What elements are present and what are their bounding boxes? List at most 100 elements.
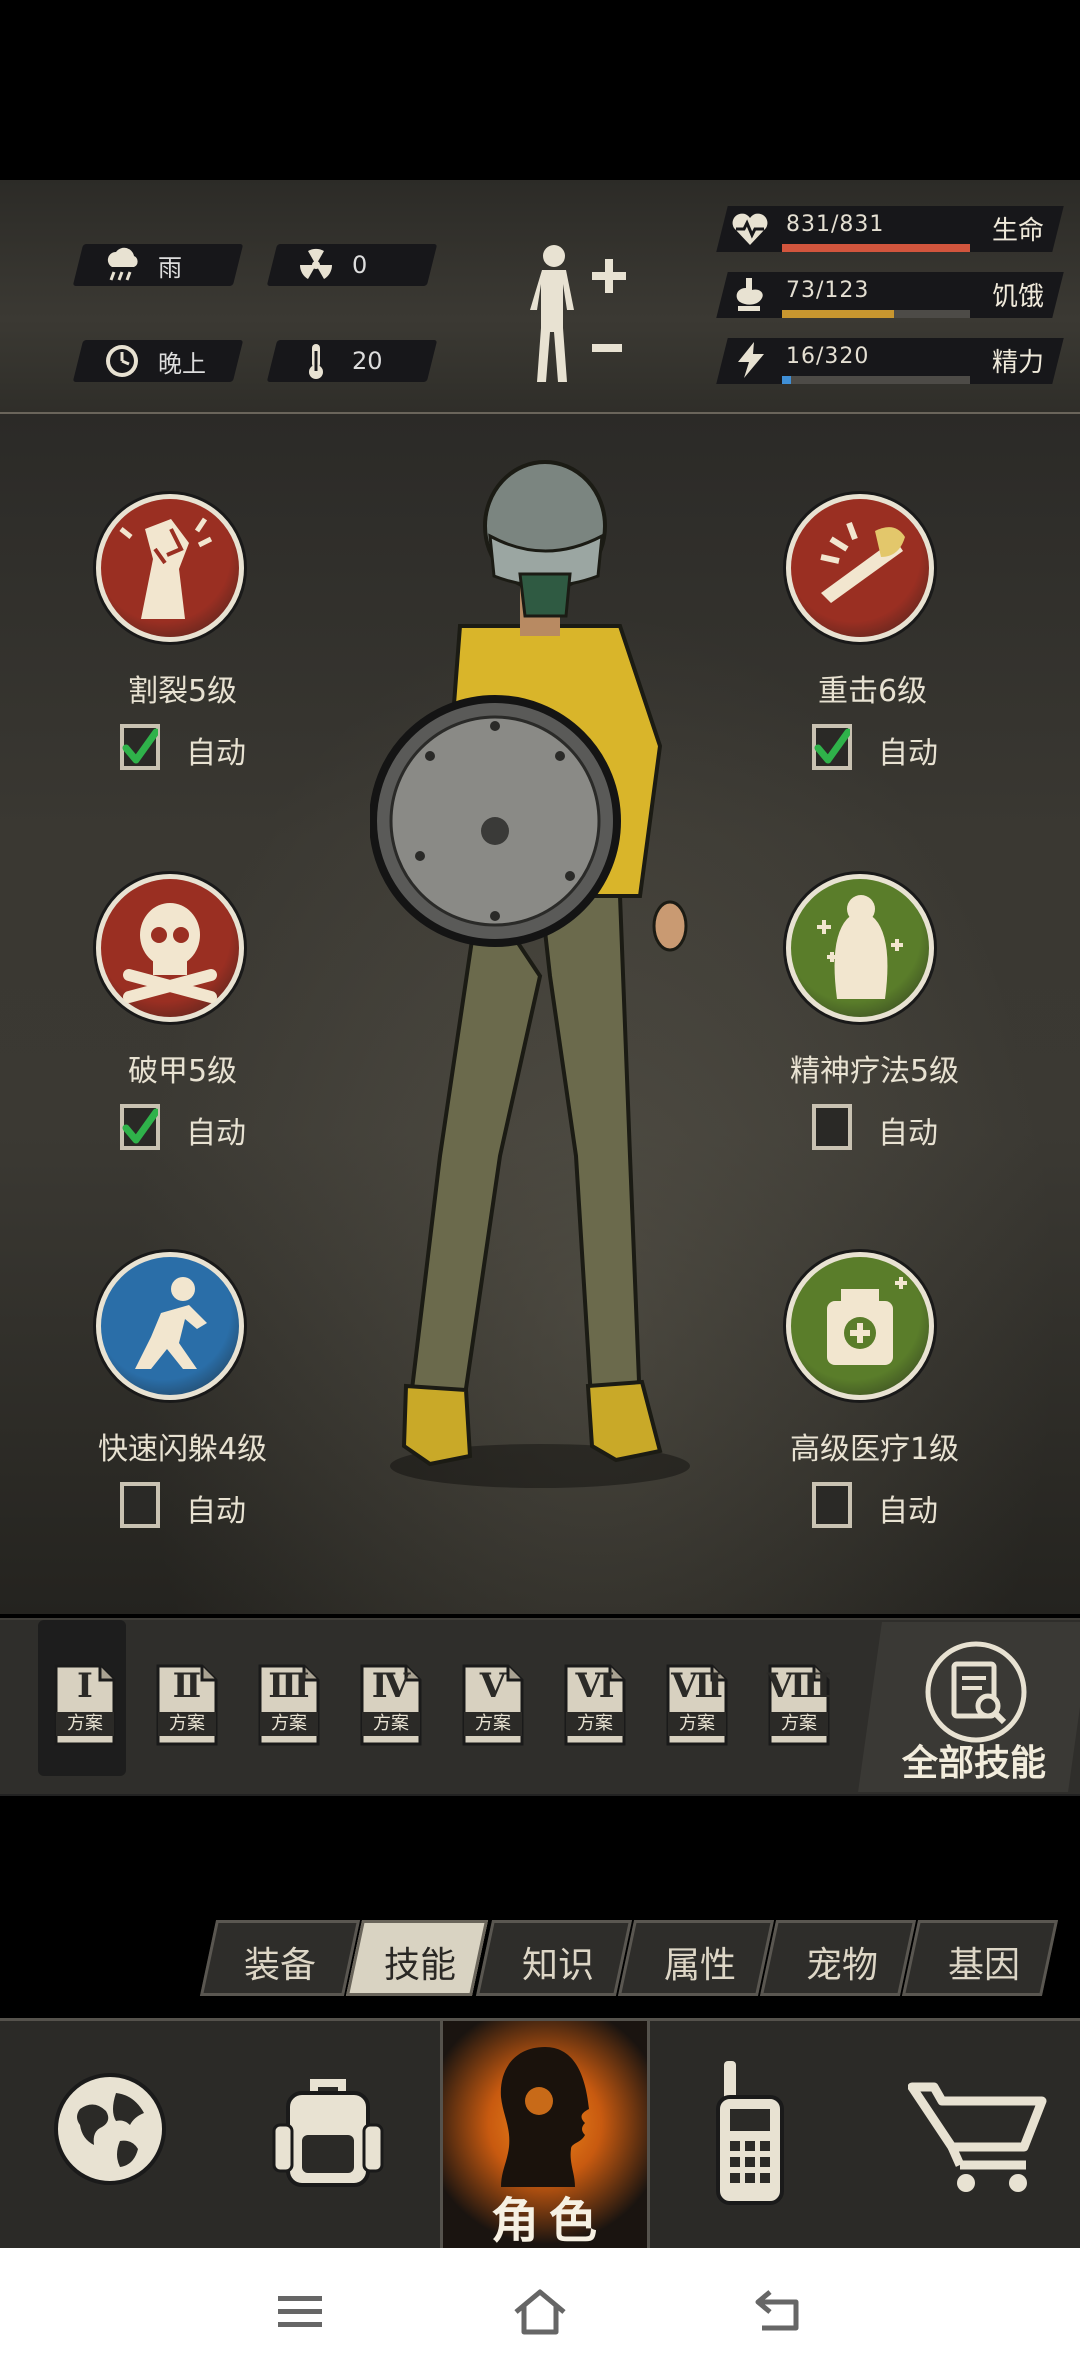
crack-fist-icon[interactable] — [96, 494, 244, 642]
skill-name-armor-break: 破甲5级 — [128, 1054, 238, 1089]
nav-character-label: 角色 — [491, 2193, 608, 2249]
health-value: 831/831 — [786, 212, 885, 237]
auto-label-split: 自动 — [186, 736, 246, 771]
nav-shop[interactable] — [860, 2021, 1080, 2248]
auto-checkbox-mental[interactable] — [812, 1104, 852, 1150]
skill-name-mental: 精神疗法5级 — [790, 1054, 960, 1089]
tab-attributes-label: 属性 — [664, 1945, 737, 1986]
medkit-icon[interactable] — [786, 1252, 934, 1400]
radiation-icon — [299, 248, 333, 279]
lightning-icon — [738, 342, 764, 378]
nav-world[interactable] — [0, 2021, 216, 2248]
rain-cloud-icon — [107, 247, 138, 281]
plan-numeral: Ⅱ — [172, 1666, 202, 1706]
plan-numeral: Ⅷ — [766, 1666, 832, 1706]
energy-label: 精力 — [992, 348, 1045, 378]
stomach-icon — [736, 278, 763, 311]
heart-pulse-icon — [732, 213, 768, 245]
clock-icon — [106, 345, 138, 377]
auto-checkbox-dodge[interactable] — [120, 1482, 160, 1528]
auto-label-medical: 自动 — [878, 1494, 938, 1529]
plan-numeral: Ⅲ — [268, 1666, 310, 1706]
hunger-label: 饥饿 — [992, 282, 1045, 312]
energy-value: 16/320 — [786, 344, 870, 369]
checkmark-icon — [122, 728, 158, 764]
menu-icon[interactable] — [276, 2292, 324, 2332]
energy-bar-fill — [782, 376, 792, 384]
hunger-value: 73/123 — [786, 278, 870, 303]
plan-7[interactable]: Ⅶ 方案 — [664, 1662, 730, 1748]
radiation-value: 0 — [352, 251, 368, 279]
auto-label-heavy: 自动 — [878, 736, 938, 771]
plan-1[interactable]: Ⅰ 方案 — [52, 1662, 118, 1748]
tab-pets-label: 宠物 — [806, 1945, 879, 1986]
thermometer-icon — [309, 344, 323, 379]
hunger-bar-fill — [782, 310, 894, 318]
checkmark-icon — [122, 1108, 158, 1144]
back-icon[interactable] — [752, 2288, 804, 2334]
crouch-dodge-icon[interactable] — [96, 1252, 244, 1400]
plan-5[interactable]: Ⅴ 方案 — [460, 1662, 526, 1748]
health-label: 生命 — [992, 216, 1045, 246]
plan-label: 方案 — [67, 1713, 103, 1734]
tab-equipment-label: 装备 — [244, 1945, 317, 1986]
skill-name-split: 割裂5级 — [128, 674, 238, 709]
shopping-cart-icon — [908, 2082, 1047, 2192]
weather-label: 雨 — [158, 253, 182, 282]
skill-name-heavy: 重击6级 — [818, 674, 928, 709]
weather-chip: 雨 — [78, 244, 182, 286]
nav-radio[interactable] — [644, 2021, 860, 2248]
status-bar-area — [0, 0, 1080, 180]
nav-backpack[interactable] — [216, 2021, 440, 2248]
axe-strike-icon[interactable] — [786, 494, 934, 642]
skill-name-dodge: 快速闪躲4级 — [98, 1432, 268, 1467]
plan-numeral: Ⅴ — [479, 1666, 507, 1706]
plan-label: 方案 — [577, 1713, 613, 1734]
time-chip: 晚上 — [78, 340, 206, 382]
auto-label-mental: 自动 — [878, 1116, 938, 1151]
tab-knowledge-label: 知识 — [522, 1945, 595, 1986]
nav-character[interactable]: 角色 — [440, 2021, 650, 2249]
time-of-day-label: 晚上 — [158, 349, 206, 378]
plan-numeral: Ⅵ — [575, 1666, 615, 1706]
auto-checkbox-armor-break[interactable] — [120, 1104, 160, 1150]
plan-label: 方案 — [781, 1713, 817, 1734]
auto-label-armor-break: 自动 — [186, 1116, 246, 1151]
auto-checkbox-medical[interactable] — [812, 1482, 852, 1528]
plan-2[interactable]: Ⅱ 方案 — [154, 1662, 220, 1748]
temperature-chip: 20 — [272, 340, 383, 382]
plan-numeral: Ⅳ — [371, 1666, 411, 1706]
character-head-icon — [500, 2047, 589, 2187]
skill-name-medical: 高级医疗1级 — [790, 1432, 960, 1467]
plan-label: 方案 — [271, 1713, 307, 1734]
walkie-talkie-icon — [716, 2061, 784, 2205]
home-icon[interactable] — [510, 2286, 570, 2336]
health-bar-track — [782, 244, 970, 252]
all-skills-label[interactable]: 全部技能 — [902, 1734, 1046, 1786]
skull-crossbones-icon[interactable] — [96, 874, 244, 1022]
temperature-value: 20 — [352, 347, 383, 375]
tab-genes-label: 基因 — [948, 1945, 1021, 1986]
plan-4[interactable]: Ⅳ 方案 — [358, 1662, 424, 1748]
body-plus-minus-icon[interactable] — [520, 238, 630, 388]
hunger-bar-track — [782, 310, 970, 318]
tab-skills-label: 技能 — [384, 1945, 457, 1986]
plan-label: 方案 — [169, 1713, 205, 1734]
globe-icon — [54, 2073, 166, 2185]
plan-numeral: Ⅶ — [671, 1666, 723, 1706]
document-search-icon[interactable] — [924, 1640, 1028, 1744]
spirit-heal-icon[interactable] — [786, 874, 934, 1022]
health-bar-fill — [782, 244, 970, 252]
auto-checkbox-split[interactable] — [120, 724, 160, 770]
plan-6[interactable]: Ⅵ 方案 — [562, 1662, 628, 1748]
plan-label: 方案 — [475, 1713, 511, 1734]
plan-3[interactable]: Ⅲ 方案 — [256, 1662, 322, 1748]
auto-label-dodge: 自动 — [186, 1494, 246, 1529]
plan-label: 方案 — [373, 1713, 409, 1734]
character-figure — [370, 460, 690, 1488]
plan-8[interactable]: Ⅷ 方案 — [766, 1662, 832, 1748]
auto-checkbox-heavy[interactable] — [812, 724, 852, 770]
energy-bar-track — [782, 376, 970, 384]
plan-label: 方案 — [679, 1713, 715, 1734]
checkmark-icon — [814, 728, 850, 764]
